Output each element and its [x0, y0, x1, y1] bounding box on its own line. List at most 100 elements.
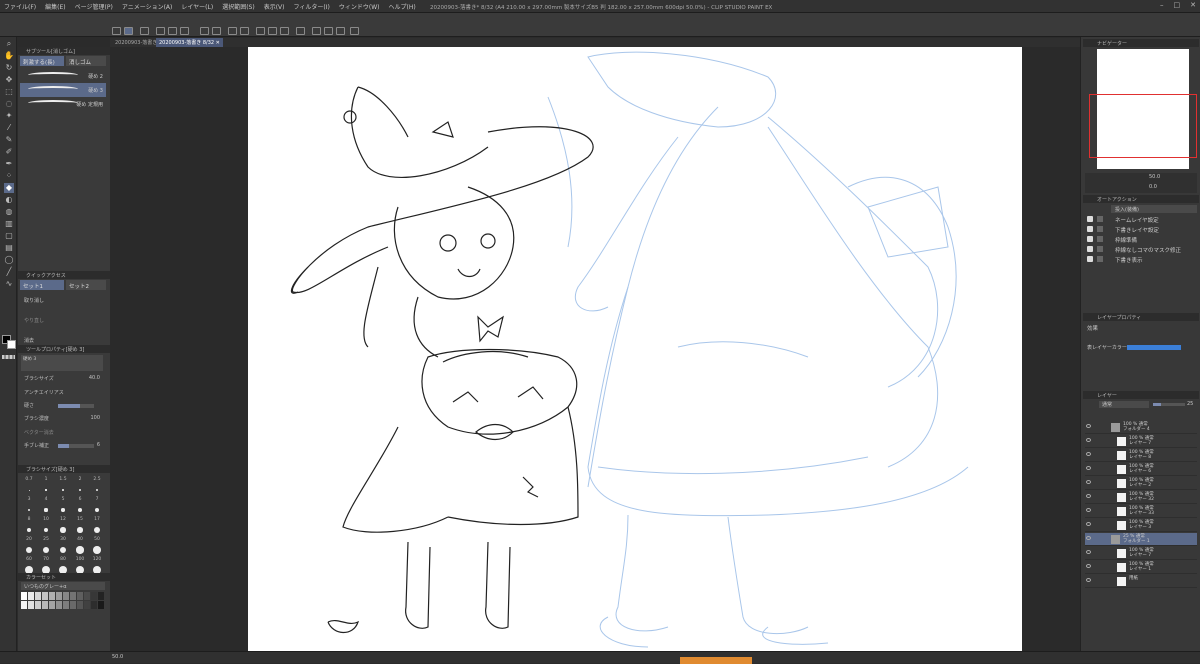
brush-item-selected[interactable]: 硬め 3 — [20, 83, 106, 97]
brush-icon[interactable]: ✒ — [4, 159, 14, 169]
brush-size-option[interactable]: 10 — [39, 517, 53, 533]
color-swatch[interactable] — [49, 592, 55, 600]
close-icon[interactable]: ✕ — [1190, 1, 1196, 9]
brush-size-option[interactable]: 100 — [73, 557, 87, 574]
eye-icon[interactable] — [1086, 494, 1091, 498]
eyedropper-icon[interactable]: ⁄ — [4, 123, 14, 133]
hardness-slider[interactable] — [58, 404, 94, 408]
brush-size-option[interactable]: 1 — [39, 477, 53, 491]
eye-icon[interactable] — [1086, 466, 1091, 470]
brush-size-option[interactable]: 80 — [56, 557, 70, 574]
layer-row[interactable]: 100 % 通常 レイヤー 32 — [1085, 491, 1197, 504]
vector-erase-row[interactable]: ベクター消去 — [24, 429, 104, 437]
layer-row[interactable]: 100 % 通常 レイヤー 7 — [1085, 435, 1197, 448]
transform-icon[interactable] — [240, 27, 249, 35]
pen-tool-icon[interactable]: ✎ — [4, 135, 14, 145]
brush-size-option[interactable]: 40 — [73, 537, 87, 554]
blend-mode-select[interactable]: 通常 — [1099, 401, 1149, 408]
stabilize-row[interactable]: 手ブレ補正 6 — [24, 442, 104, 450]
brush-size-option[interactable]: 3 — [22, 497, 36, 512]
deselect-icon[interactable] — [256, 27, 265, 35]
quickaccess-set1-tab[interactable]: セット1 — [20, 280, 64, 290]
color-swatch[interactable] — [63, 592, 69, 600]
navigator-viewport[interactable] — [1089, 94, 1197, 158]
invert-icon[interactable] — [280, 27, 289, 35]
dialog-toggle-icon[interactable] — [1097, 236, 1103, 242]
eye-icon[interactable] — [1086, 522, 1091, 526]
fill-icon[interactable] — [296, 27, 305, 35]
open-file-icon[interactable] — [168, 27, 177, 35]
layer-row[interactable]: 100 % 通常 レイヤー 2 — [1085, 477, 1197, 490]
hand-icon[interactable]: ✋ — [4, 51, 14, 61]
crop-icon[interactable] — [268, 27, 277, 35]
eye-icon[interactable] — [1086, 536, 1091, 540]
fill-tool-icon[interactable]: ◍ — [4, 207, 14, 217]
quickaccess-undo[interactable]: 取り消し — [24, 297, 44, 304]
move-icon[interactable]: ✥ — [4, 75, 14, 85]
autoaction-item[interactable]: 枠線準備 — [1085, 235, 1197, 244]
pen-icon[interactable] — [124, 27, 133, 35]
brush-size-option[interactable]: 8 — [22, 517, 36, 533]
brush-size-option[interactable]: 17 — [90, 517, 104, 533]
quickaccess-redo[interactable]: やり直し — [24, 317, 44, 324]
color-swatch[interactable] — [49, 601, 55, 609]
brush-size-option[interactable]: 2.5 — [90, 477, 104, 492]
brush-size-option[interactable]: 120 — [90, 557, 104, 574]
color-swatch[interactable] — [77, 592, 83, 600]
maximize-icon[interactable]: □ — [1174, 1, 1181, 9]
brush-size-option[interactable]: 0.7 — [22, 477, 36, 491]
brush-size-option[interactable]: 25 — [39, 537, 53, 554]
color-swatch[interactable] — [21, 601, 27, 609]
color-swatch[interactable] — [35, 592, 41, 600]
rotate-icon[interactable]: ↻ — [4, 63, 14, 73]
pencil-icon[interactable]: ✐ — [4, 147, 14, 157]
correct-line-icon[interactable]: ∿ — [4, 279, 14, 289]
status-zoom[interactable]: 50.0 — [112, 654, 123, 660]
brush-size-option[interactable]: 30 — [56, 537, 70, 554]
layer-row[interactable]: 100 % 通常 レイヤー 1 — [1085, 561, 1197, 574]
layer-color-bar[interactable] — [1127, 345, 1181, 350]
color-swatch[interactable] — [21, 592, 27, 600]
layer-row[interactable]: 100 % 通常 レイヤー 8 — [1085, 449, 1197, 462]
menu-help[interactable]: ヘルプ(H) — [388, 2, 415, 11]
quickaccess-set2-tab[interactable]: セット2 — [66, 280, 106, 290]
brush-size-option[interactable]: 12 — [56, 517, 70, 533]
new-file-icon[interactable] — [156, 27, 165, 35]
color-swatch[interactable] — [28, 592, 34, 600]
color-swatch[interactable] — [63, 601, 69, 609]
menu-page[interactable]: ページ管理(P) — [75, 2, 113, 11]
brush-size-option[interactable]: 4 — [39, 497, 53, 512]
brush-size-option[interactable]: 1.5 — [56, 477, 70, 491]
autoaction-item[interactable]: 下書き表示 — [1085, 255, 1197, 264]
eye-icon[interactable] — [1086, 438, 1091, 442]
zoom-icon[interactable]: ⌕ — [4, 39, 14, 49]
pen-snap-icon[interactable] — [350, 27, 359, 35]
color-swatch[interactable] — [28, 601, 34, 609]
color-swatch[interactable] — [84, 601, 90, 609]
menu-filter[interactable]: フィルター(I) — [294, 2, 330, 11]
menu-edit[interactable]: 編集(E) — [45, 2, 65, 11]
colorset-select[interactable]: いつものグレー+α — [21, 582, 105, 590]
color-swatch[interactable] — [42, 592, 48, 600]
color-swatch[interactable] — [91, 592, 97, 600]
menu-window[interactable]: ウィンドウ(W) — [339, 2, 380, 11]
eye-icon[interactable] — [1086, 578, 1091, 582]
brush-size-option[interactable]: 60 — [22, 557, 36, 574]
figure-icon[interactable]: ▢ — [4, 231, 14, 241]
airbrush-icon[interactable]: ⁘ — [4, 171, 14, 181]
color-swatch[interactable] — [70, 601, 76, 609]
brush-item[interactable]: 硬め 2 — [20, 69, 106, 83]
layer-row[interactable]: 100 % 通常 レイヤー 6 — [1085, 463, 1197, 476]
minimize-icon[interactable]: – — [1160, 1, 1164, 9]
color-swatch[interactable] — [98, 592, 104, 600]
color-swatch[interactable] — [56, 601, 62, 609]
grid-icon[interactable] — [140, 27, 149, 35]
wand-icon[interactable]: ✦ — [4, 111, 14, 121]
eraser-icon[interactable]: ◆ — [4, 183, 14, 193]
layer-row[interactable]: 100 % 通常 レイヤー 7 — [1085, 547, 1197, 560]
brush-size-option[interactable]: 5 — [56, 497, 70, 512]
layer-row[interactable]: 100 % 通常 レイヤー 3 — [1085, 519, 1197, 532]
brush-item[interactable]: 硬め 定規用 — [20, 97, 106, 111]
undo-icon[interactable] — [200, 27, 209, 35]
select-icon[interactable]: ⬚ — [4, 87, 14, 97]
